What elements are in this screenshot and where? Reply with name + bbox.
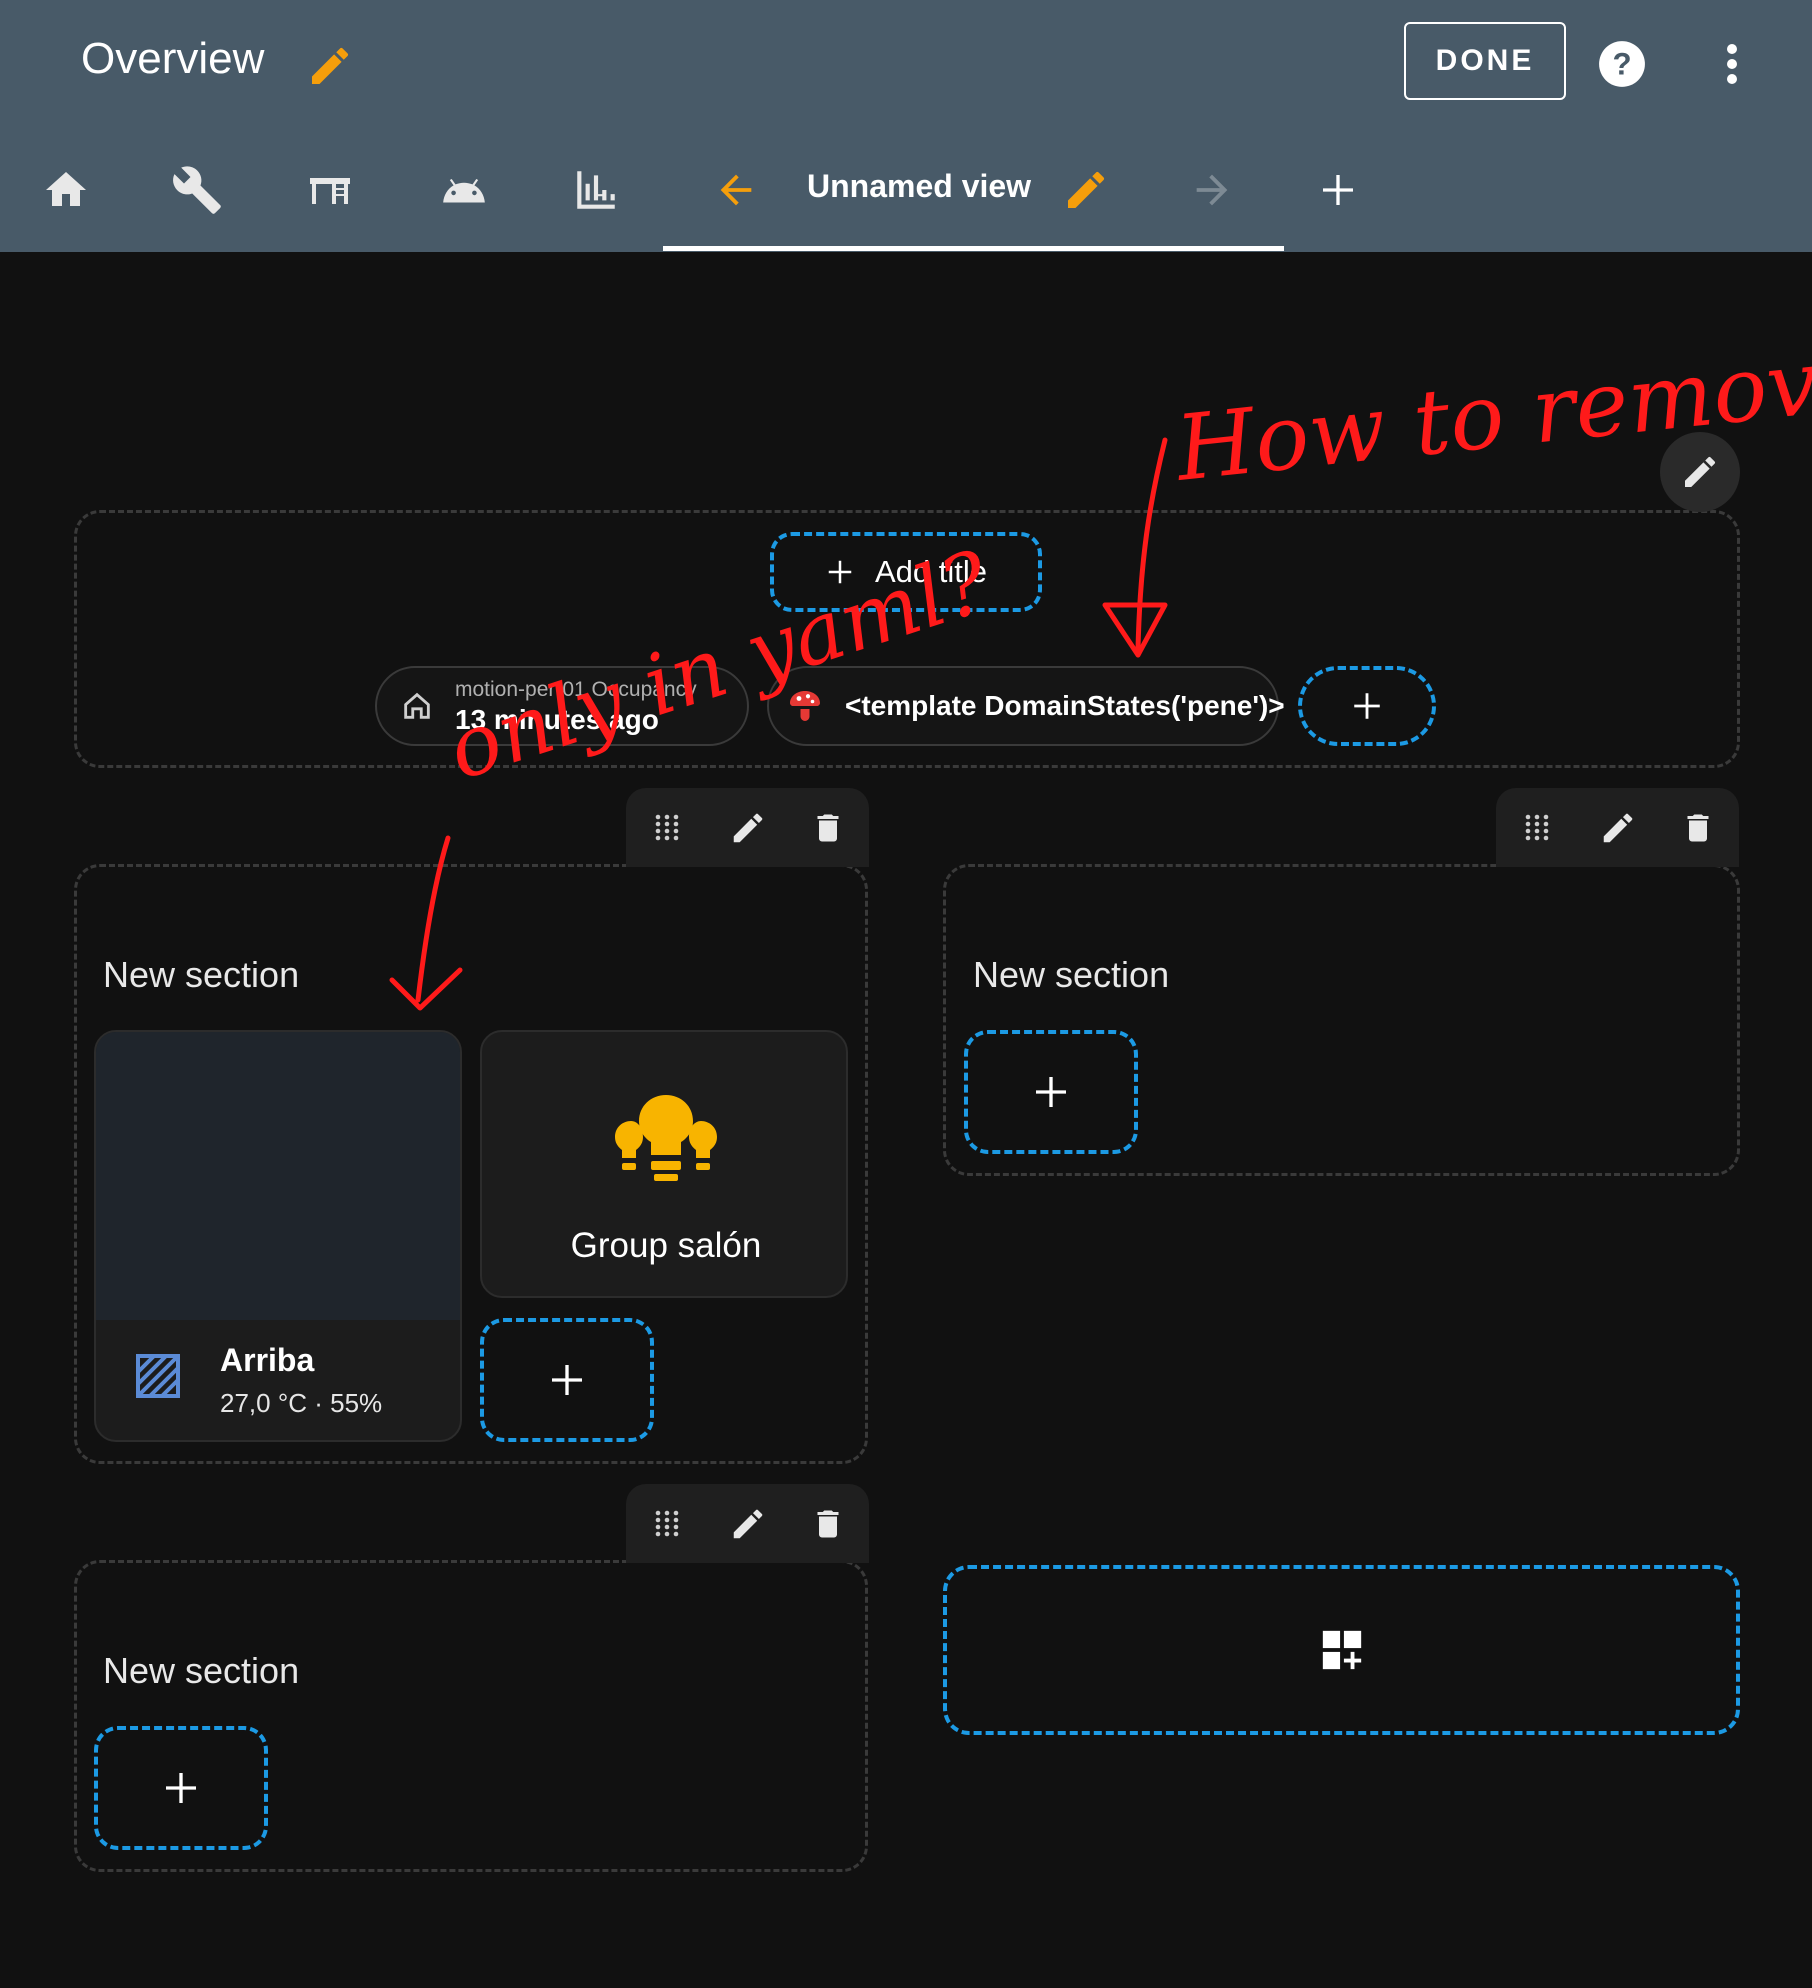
section-3-toolbar [626,1484,869,1563]
badge-state: 13 minutes ago [455,704,659,735]
move-view-left-arrow-icon[interactable] [706,160,766,220]
home-icon[interactable] [36,160,96,220]
section-title: New section [973,954,1170,995]
plus-icon [1354,693,1380,719]
delete-section-trash-icon[interactable] [802,1498,854,1550]
section-title: New section [103,954,300,995]
more-vert-icon[interactable] [1708,34,1756,94]
badge-name: motion-per-01 Occupancy [455,678,697,701]
move-view-right-arrow-icon[interactable] [1182,160,1242,220]
delete-section-trash-icon[interactable] [802,802,854,854]
card-state: 27,0 °C · 55% [220,1388,383,1418]
android-icon[interactable] [434,160,494,220]
add-card-button[interactable] [964,1030,1138,1154]
add-title-label: Add title [874,554,987,589]
plus-icon [1036,1077,1066,1107]
card-name: Group salón [570,1226,762,1265]
mushroom-icon [785,686,825,726]
badge-template[interactable]: <template DomainStates('pene')> [767,666,1285,746]
drag-handle-icon[interactable] [641,1498,693,1550]
done-button[interactable]: DONE [1404,22,1566,100]
add-badge-button[interactable] [1298,666,1436,746]
add-section-button[interactable] [943,1565,1740,1735]
badge-motion-occupancy[interactable]: motion-per-01 Occupancy 13 minutes ago [375,666,749,746]
badge-name: <template DomainStates('pene')> [845,690,1285,721]
chart-icon[interactable] [566,160,626,220]
add-card-button[interactable] [94,1726,268,1850]
drag-handle-icon[interactable] [641,802,693,854]
delete-section-trash-icon[interactable] [1672,802,1724,854]
section-title: New section [103,1650,300,1691]
help-icon[interactable]: ? [1592,34,1652,94]
plus-icon [828,560,852,584]
thermostat-hatched-icon [132,1350,184,1402]
home-outline-icon [397,686,437,726]
edit-section-pencil-icon[interactable] [1592,802,1644,854]
top-app-bar: Overview DONE ? Unnamed view [0,0,1812,252]
edit-badges-pencil-icon[interactable] [1660,432,1740,512]
edit-view-pencil-icon[interactable] [1056,160,1116,220]
thermostat-card-arriba[interactable]: Arriba 27,0 °C · 55% [94,1030,462,1442]
add-card-button[interactable] [480,1318,654,1442]
add-title-button[interactable]: Add title [770,532,1042,612]
plus-icon [166,1773,196,1803]
section-1-toolbar [626,788,869,867]
wrench-icon[interactable] [167,160,227,220]
lightbulb-group-icon [596,1086,736,1196]
edit-section-pencil-icon[interactable] [722,1498,774,1550]
add-section-grid-plus-icon [1322,1630,1361,1670]
section-2-toolbar [1496,788,1739,867]
active-tab-indicator [663,246,1284,251]
tab-unnamed-view[interactable]: Unnamed view [807,168,1031,205]
svg-text:?: ? [1612,46,1631,81]
drag-handle-icon[interactable] [1511,802,1563,854]
edit-section-pencil-icon[interactable] [722,802,774,854]
plus-icon [552,1365,582,1395]
desk-icon[interactable] [300,160,360,220]
edit-title-pencil-icon[interactable] [300,36,360,96]
card-graph-area [96,1032,460,1320]
page-title: Overview [81,34,265,83]
add-view-plus-icon[interactable] [1308,160,1368,220]
card-name: Arriba [220,1342,315,1378]
light-card-group-salon[interactable]: Group salón [480,1030,848,1298]
